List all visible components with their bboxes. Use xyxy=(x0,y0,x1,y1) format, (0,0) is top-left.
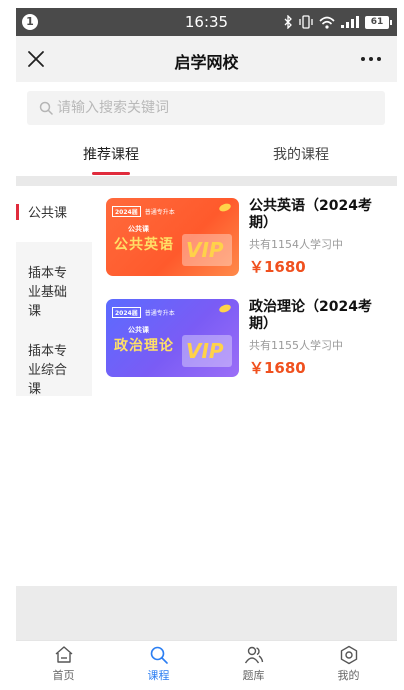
active-indicator xyxy=(16,204,19,220)
page-title: 启学网校 xyxy=(174,53,239,72)
tab-indicator xyxy=(92,172,130,175)
thumb-brand-text: 普通专升本 xyxy=(144,209,175,216)
tabbar-label: 课程 xyxy=(147,669,170,682)
search-box[interactable] xyxy=(27,91,385,125)
course-tabs: 推荐课程 我的课程 xyxy=(16,136,397,176)
nav-bar: 启学网校 xyxy=(16,36,397,82)
course-thumbnail[interactable]: 2024届 普通专升本 公共课 公共英语 VIP xyxy=(106,198,239,276)
thumb-decoration xyxy=(218,202,232,213)
status-icons: 61 xyxy=(284,14,392,30)
users-icon xyxy=(244,646,263,664)
course-thumbnail[interactable]: 2024届 普通专升本 公共课 政治理论 VIP xyxy=(106,299,239,377)
thumb-category: 公共课 xyxy=(128,326,149,334)
bottom-tab-bar: 首页 课程 题库 我的 xyxy=(16,640,397,688)
tabbar-item-courses[interactable]: 课程 xyxy=(111,645,206,683)
bottom-spacer xyxy=(16,586,397,640)
thumb-brand-text: 普通专升本 xyxy=(144,310,175,317)
more-icon[interactable] xyxy=(359,50,383,68)
tabbar-label: 首页 xyxy=(52,669,75,682)
thumb-brand: 2024届 普通专升本 xyxy=(112,206,175,217)
thumb-brand: 2024届 普通专升本 xyxy=(112,307,175,318)
course-card[interactable]: 2024届 普通专升本 公共课 公共英语 VIP 公共英语（2024考期） 共有… xyxy=(106,198,376,278)
tabbar-item-question-bank[interactable]: 题库 xyxy=(206,645,301,683)
battery-icon: 61 xyxy=(365,15,392,29)
thumb-category: 公共课 xyxy=(128,225,149,233)
tab-my-courses[interactable]: 我的课程 xyxy=(206,144,396,164)
tabbar-label: 我的 xyxy=(337,669,360,682)
category-sidebar: 公共课 插本专业基础课 插本专业综合课 xyxy=(16,186,92,399)
search-icon xyxy=(150,646,168,664)
sidebar-item-label: 插本专业综合课 xyxy=(28,344,68,397)
sidebar-item-public[interactable]: 公共课 xyxy=(16,186,92,242)
tabbar-item-home[interactable]: 首页 xyxy=(16,645,111,683)
course-title[interactable]: 政治理论（2024考期） xyxy=(249,299,374,333)
course-learners: 共有1155人学习中 xyxy=(249,339,343,352)
thumb-subject: 政治理论 xyxy=(114,338,174,354)
sidebar-item-label: 插本专业基础课 xyxy=(28,266,68,319)
course-card[interactable]: 2024届 普通专升本 公共课 政治理论 VIP 政治理论（2024考期） 共有… xyxy=(106,299,376,379)
thumb-year: 2024届 xyxy=(112,307,141,318)
vip-badge: VIP xyxy=(182,335,232,367)
search-area xyxy=(16,82,397,136)
vip-badge: VIP xyxy=(182,234,232,266)
thumb-year: 2024届 xyxy=(112,206,141,217)
tabbar-label: 题库 xyxy=(242,669,265,682)
home-icon xyxy=(55,646,72,663)
divider xyxy=(16,176,397,186)
signal-icon xyxy=(341,16,359,28)
vibrate-icon xyxy=(299,15,313,29)
search-input[interactable] xyxy=(57,97,367,119)
phone-screen: 1 16:35 61 启学网校 推荐课程 我的课程 公共课 xyxy=(16,8,397,688)
gear-icon xyxy=(340,645,357,665)
search-icon xyxy=(39,101,53,115)
course-price: ￥1680 xyxy=(249,359,306,377)
thumb-subject: 公共英语 xyxy=(114,237,174,253)
sidebar-item-major-basic[interactable]: 插本专业基础课 xyxy=(16,264,78,321)
thumb-decoration xyxy=(218,303,232,314)
tabbar-item-profile[interactable]: 我的 xyxy=(301,645,396,683)
course-title[interactable]: 公共英语（2024考期） xyxy=(249,198,374,232)
sidebar-item-major-comprehensive[interactable]: 插本专业综合课 xyxy=(16,342,78,399)
bluetooth-icon xyxy=(284,15,292,29)
status-bar: 1 16:35 61 xyxy=(16,8,397,36)
sidebar-item-label: 公共课 xyxy=(28,206,68,221)
course-learners: 共有1154人学习中 xyxy=(249,238,343,251)
tab-recommended[interactable]: 推荐课程 xyxy=(16,144,206,164)
wifi-icon xyxy=(319,16,335,29)
course-price: ￥1680 xyxy=(249,258,306,276)
